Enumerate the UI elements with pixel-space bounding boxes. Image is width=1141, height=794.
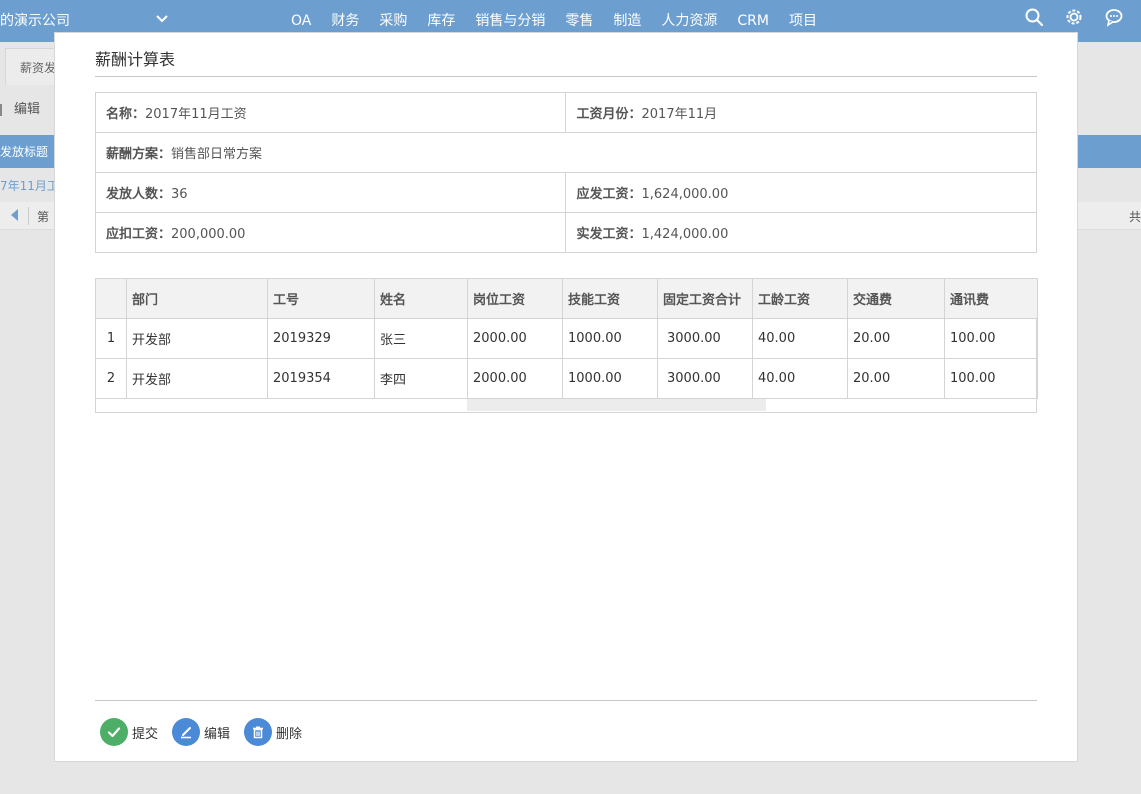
chevron-down-icon[interactable]	[154, 10, 170, 26]
name-label: 名称：	[106, 107, 146, 122]
actual-label: 实发工资：	[576, 227, 642, 242]
salary-calc-dialog: 薪酬计算表 名称：2017年11月工资 工资月份：2017年11月 薪酬方案：销…	[54, 32, 1078, 762]
month-label: 工资月份：	[576, 107, 642, 122]
row-index: 2	[95, 358, 127, 399]
background-edit-label: 编辑	[14, 102, 41, 117]
deduct-label: 应扣工资：	[106, 227, 172, 242]
cell-seniority: 40.00	[752, 358, 848, 399]
cell-name: 李四	[374, 358, 468, 399]
cell-telecom: 100.00	[944, 318, 1038, 359]
col-header-emp-id[interactable]: 工号	[267, 278, 375, 319]
table-row[interactable]: 1 开发部 2019329 张三 2000.00 1000.00 3000.00…	[95, 318, 1038, 359]
col-header-fixed-total[interactable]: 固定工资合计	[657, 278, 753, 319]
cell-fixed-total: 3000.00	[657, 358, 753, 399]
month-cell: 工资月份：2017年11月	[565, 92, 1037, 133]
cell-skill-salary: 1000.00	[562, 318, 658, 359]
cell-dept: 开发部	[126, 358, 268, 399]
cell-skill-salary: 1000.00	[562, 358, 658, 399]
delete-button[interactable]: 删除	[244, 718, 302, 746]
col-header-telecom[interactable]: 通讯费	[944, 278, 1038, 319]
name-value: 2017年11月工资	[145, 107, 247, 122]
trash-icon	[244, 718, 273, 746]
col-header-name[interactable]: 姓名	[374, 278, 468, 319]
edit-label: 编辑	[204, 726, 231, 742]
pager-divider	[28, 207, 29, 225]
submit-button[interactable]: 提交	[100, 718, 158, 746]
chat-icon[interactable]	[1104, 7, 1124, 27]
count-cell: 发放人数：36	[94, 172, 567, 213]
pencil-icon	[172, 718, 201, 746]
count-label: 发放人数：	[106, 187, 172, 202]
payable-cell: 应发工资：1,624,000.00	[565, 172, 1037, 213]
grid-header-row: 部门 工号 姓名 岗位工资 技能工资 固定工资合计 工龄工资 交通费 通讯费	[95, 278, 1038, 319]
cell-seniority: 40.00	[752, 318, 848, 359]
payable-value: 1,624,000.00	[641, 187, 729, 202]
cell-dept: 开发部	[126, 318, 268, 359]
cell-name: 张三	[374, 318, 468, 359]
col-header-seniority[interactable]: 工龄工资	[752, 278, 848, 319]
delete-label: 删除	[276, 726, 303, 742]
footer-divider	[95, 700, 1037, 701]
col-header-skill-salary[interactable]: 技能工资	[562, 278, 658, 319]
search-icon[interactable]	[1024, 7, 1044, 27]
cell-fixed-total: 3000.00	[657, 318, 753, 359]
salary-grid-table: 部门 工号 姓名 岗位工资 技能工资 固定工资合计 工龄工资 交通费 通讯费 1…	[95, 278, 1038, 399]
title-divider	[95, 76, 1037, 77]
plan-value: 销售部日常方案	[171, 147, 263, 162]
month-value: 2017年11月	[641, 107, 718, 122]
cell-emp-id: 2019354	[267, 358, 375, 399]
deduct-value: 200,000.00	[171, 227, 246, 242]
check-icon	[100, 718, 128, 746]
summary-table: 名称：2017年11月工资 工资月份：2017年11月 薪酬方案：销售部日常方案…	[94, 92, 1037, 253]
dialog-footer: 提交 编辑 删除	[100, 717, 316, 747]
table-row[interactable]: 2 开发部 2019354 李四 2000.00 1000.00 3000.00…	[95, 358, 1038, 399]
background-header-label: 发放标题	[0, 145, 49, 159]
cell-transport: 20.00	[847, 358, 945, 399]
background-row-link[interactable]: 7年11月工	[0, 177, 59, 194]
cell-emp-id: 2019329	[267, 318, 375, 359]
background-edit-button[interactable]: 编辑	[0, 98, 40, 117]
pager-total-label: 共	[1129, 210, 1141, 224]
col-header-transport[interactable]: 交通费	[847, 278, 945, 319]
payable-label: 应发工资：	[576, 187, 642, 202]
cell-transport: 20.00	[847, 318, 945, 359]
dialog-title: 薪酬计算表	[95, 50, 176, 69]
actual-value: 1,424,000.00	[641, 227, 729, 242]
col-header-post-salary[interactable]: 岗位工资	[467, 278, 563, 319]
company-name[interactable]: 的演示公司	[0, 10, 70, 30]
salary-grid: 部门 工号 姓名 岗位工资 技能工资 固定工资合计 工龄工资 交通费 通讯费 1…	[95, 278, 1038, 413]
edit-icon	[0, 103, 8, 116]
submit-label: 提交	[132, 726, 159, 742]
pager-page-label: 第	[37, 210, 50, 224]
cell-telecom: 100.00	[944, 358, 1038, 399]
edit-button[interactable]: 编辑	[172, 718, 230, 746]
name-cell: 名称：2017年11月工资	[94, 92, 567, 133]
gear-icon[interactable]	[1064, 7, 1084, 27]
cell-post-salary: 2000.00	[467, 318, 563, 359]
plan-cell: 薪酬方案：销售部日常方案	[95, 132, 1037, 173]
col-header-index	[95, 278, 127, 319]
plan-label: 薪酬方案：	[106, 147, 172, 162]
prev-page-icon[interactable]	[11, 209, 18, 221]
actual-cell: 实发工资：1,424,000.00	[565, 212, 1037, 253]
deduct-cell: 应扣工资：200,000.00	[94, 212, 567, 253]
row-index: 1	[95, 318, 127, 359]
cell-post-salary: 2000.00	[467, 358, 563, 399]
horizontal-scrollbar[interactable]	[467, 399, 766, 411]
count-value: 36	[171, 187, 188, 202]
col-header-dept[interactable]: 部门	[126, 278, 268, 319]
